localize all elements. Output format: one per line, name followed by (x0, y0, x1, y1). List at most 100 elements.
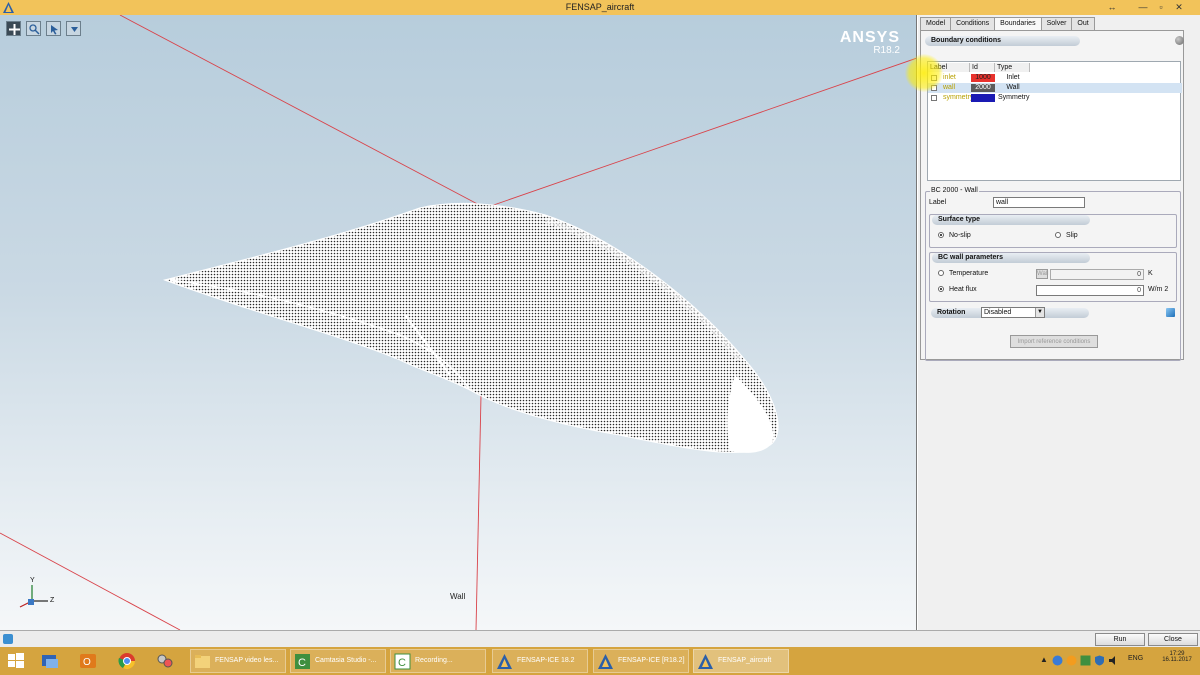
task-fensap-aircraft[interactable]: FENSAP_aircraft (693, 649, 789, 673)
axis-y-label: Y (30, 577, 35, 584)
task-title: FENSAP-ICE [R18.2] (618, 657, 685, 664)
heatflux-input[interactable]: 0 (1036, 285, 1144, 296)
temperature-unit: K (1148, 270, 1153, 277)
heatflux-unit: W/m 2 (1148, 286, 1169, 293)
close-window-button[interactable]: ✕ (1172, 1, 1186, 14)
task-fensap-video-lessons[interactable]: FENSAP video les... (190, 649, 286, 673)
chevron-down-icon: ▼ (1035, 308, 1044, 317)
svg-text:C: C (398, 657, 406, 669)
slip-radio[interactable] (1055, 232, 1061, 238)
outlook-icon[interactable]: O (78, 651, 98, 671)
status-icon (3, 634, 13, 644)
row-checkbox[interactable] (931, 95, 937, 101)
folder-icon (195, 655, 210, 668)
help-icon[interactable] (1175, 36, 1184, 45)
import-reference-conditions-button[interactable]: Import reference conditions (1010, 335, 1098, 348)
maximize-button[interactable]: ▫ (1154, 1, 1168, 14)
cube-icon[interactable] (1166, 308, 1175, 317)
ansys-logo: ANSYS R18.2 (840, 29, 900, 56)
svg-text:C: C (298, 657, 306, 669)
row-type: Symmetry (998, 94, 1030, 101)
task-fensap-ice-18-2[interactable]: FENSAP-ICE 18.2 (492, 649, 588, 673)
surface-type-group: Surface type No-slip Slip (929, 214, 1177, 248)
language-indicator[interactable]: ENG (1128, 655, 1143, 662)
fensap-icon (698, 654, 713, 669)
wall-params-group: BC wall parameters Temperature Wall 0 K … (929, 252, 1177, 302)
update-icon[interactable] (1066, 655, 1077, 666)
windows-start-icon[interactable] (6, 651, 26, 671)
label-input[interactable]: wall (993, 197, 1085, 208)
col-header-id[interactable]: Id (970, 63, 995, 72)
speaker-icon[interactable] (1108, 655, 1119, 666)
row-id: 1000 (971, 74, 995, 82)
task-title: FENSAP-ICE 18.2 (517, 657, 575, 664)
row-checkbox[interactable] (931, 85, 937, 91)
select-tool-button[interactable] (46, 21, 61, 36)
camtasia-icon: C (295, 654, 310, 669)
axis-line-z (484, 57, 916, 209)
bc-row-inlet[interactable]: inlet 1000 Inlet (928, 73, 1182, 83)
properties-panel: Model Conditions Boundaries Solver Out B… (918, 15, 1200, 630)
tab-out[interactable]: Out (1071, 17, 1095, 30)
rotation-select[interactable]: Disabled ▼ (981, 307, 1045, 318)
magnifier-icon (29, 24, 40, 35)
screen: FENSAP_aircraft ↔ — ▫ ✕ ANSYS R18.2 Wall… (0, 0, 1200, 675)
row-type: Wall (1006, 84, 1020, 91)
tray-expand-icon[interactable]: ▲ (1040, 655, 1048, 664)
task-camtasia-studio[interactable]: C Camtasia Studio -... (290, 649, 386, 673)
camtasia-recorder-icon: C (394, 653, 411, 670)
view-menu-button[interactable] (66, 21, 81, 36)
bc-row-symmetry[interactable]: symmetry Symmetry (928, 93, 1182, 103)
heatflux-radio[interactable] (938, 286, 944, 292)
zoom-tool-button[interactable] (26, 21, 41, 36)
title-bar: FENSAP_aircraft ↔ — ▫ ✕ (0, 0, 1200, 15)
move-icon (9, 24, 20, 35)
tab-model[interactable]: Model (920, 17, 952, 30)
temperature-input[interactable]: 0 (1050, 269, 1144, 280)
surface-label: Wall (450, 592, 466, 601)
axis-z-label: Z (50, 597, 55, 604)
window-title: FENSAP_aircraft (565, 2, 635, 12)
task-title: FENSAP video les... (215, 657, 279, 664)
minimize-button[interactable]: — (1136, 1, 1150, 14)
restore-size-icon[interactable]: ↔ (1105, 1, 1119, 14)
snipping-tool-icon[interactable] (155, 651, 175, 671)
task-fensap-ice-r18-2[interactable]: FENSAP-ICE [R18.2] (593, 649, 689, 673)
row-checkbox[interactable] (931, 75, 937, 81)
col-header-label[interactable]: Label (928, 63, 970, 72)
dropdown-arrow-icon (71, 27, 78, 32)
fensap-icon (598, 654, 613, 669)
bc-detail-frame: BC 2000 - Wall Label wall Surface type N… (925, 187, 1181, 361)
surface-type-header: Surface type (932, 215, 1090, 225)
svg-text:O: O (83, 657, 91, 668)
task-title: FENSAP_aircraft (718, 657, 772, 664)
tab-conditions[interactable]: Conditions (950, 17, 996, 30)
camtasia-tray-icon[interactable] (1080, 655, 1091, 666)
clock[interactable]: 17:29 16.11.2017 (1162, 651, 1192, 663)
network-status-icon[interactable] (1052, 655, 1063, 666)
clock-date: 16.11.2017 (1162, 657, 1192, 663)
run-button[interactable]: Run (1095, 633, 1145, 646)
tab-solver[interactable]: Solver (1040, 17, 1073, 30)
row-label: inlet (943, 74, 956, 81)
slip-label: Slip (1066, 232, 1078, 239)
3d-viewport[interactable]: ANSYS R18.2 Wall Y Z (0, 15, 917, 630)
chrome-icon[interactable] (117, 651, 137, 671)
wall-params-header: BC wall parameters (932, 253, 1090, 263)
noslip-radio[interactable] (938, 232, 944, 238)
tab-boundaries[interactable]: Boundaries (994, 17, 1042, 31)
bc-row-wall[interactable]: wall 2000 Wall (928, 83, 1182, 93)
shield-icon[interactable] (1094, 655, 1105, 666)
explorer-icon[interactable] (40, 651, 60, 671)
temperature-radio[interactable] (938, 270, 944, 276)
move-tool-button[interactable] (6, 21, 21, 36)
close-button[interactable]: Close (1148, 633, 1198, 646)
task-recording[interactable]: C Recording... (390, 649, 486, 673)
boundaries-page: Boundary conditions Label Id Type inlet … (920, 30, 1184, 361)
status-strip: Run Close (0, 630, 1200, 647)
row-label: symmetry (943, 94, 974, 101)
boundary-conditions-header: Boundary conditions (925, 36, 1080, 46)
axes-triad-icon (19, 585, 48, 608)
wall-temperature-button[interactable]: Wall (1036, 269, 1048, 279)
col-header-type[interactable]: Type (995, 63, 1030, 72)
